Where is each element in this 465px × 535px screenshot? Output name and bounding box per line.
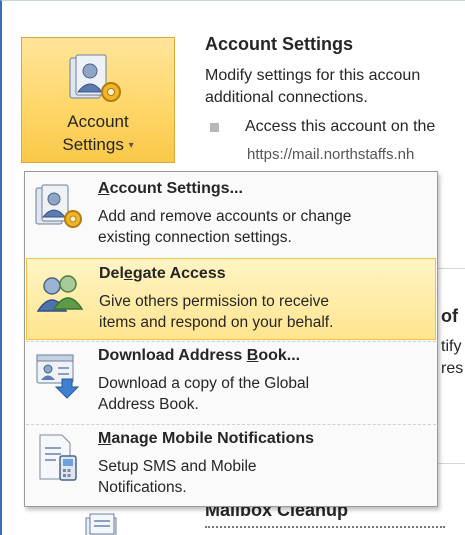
menu-item-account-settings[interactable]: Account Settings... Add and remove accou… xyxy=(26,174,436,256)
account-button-label-line1: Account xyxy=(67,112,129,131)
chevron-down-icon: ▾ xyxy=(128,140,134,152)
account-settings-button[interactable]: Account Settings ▾ xyxy=(21,37,175,163)
menu-item-description: Setup SMS and Mobile Notifications. xyxy=(98,458,257,496)
menu-item-manage-mobile-notifications[interactable]: Manage Mobile Notifications Setup SMS an… xyxy=(26,424,436,506)
menu-item-title: Delegate Access xyxy=(99,265,226,282)
account-settings-menu: Account Settings... Add and remove accou… xyxy=(24,171,438,507)
delegate-users-icon xyxy=(36,275,84,312)
background-text-fragment-2: res xyxy=(441,360,464,377)
account-settings-icon xyxy=(35,184,82,228)
account-button-label-line2: Settings xyxy=(62,135,124,154)
section-description-line1: Modify settings for this accoun xyxy=(205,67,421,84)
account-url-link[interactable]: https://mail.northstaffs.nh xyxy=(247,146,414,163)
section-title: Account Settings xyxy=(205,34,354,54)
address-book-download-icon xyxy=(36,354,80,399)
menu-item-description: Download a copy of the Global Address Bo… xyxy=(98,375,310,413)
account-settings-icon xyxy=(69,54,121,102)
section-description: Modify settings for this accoun addition… xyxy=(205,65,420,109)
background-text-fragment-1: tify xyxy=(441,338,462,355)
mobile-notifications-icon xyxy=(39,434,77,481)
section-description-line2: additional connections. xyxy=(205,89,368,106)
background-heading-fragment: of xyxy=(441,306,458,326)
menu-item-title: Manage Mobile Notifications xyxy=(98,430,315,447)
bullet-icon xyxy=(210,123,219,132)
mailbox-cleanup-icon xyxy=(85,513,117,535)
menu-item-description: Add and remove accounts or change existi… xyxy=(98,208,352,246)
menu-item-title: Download Address Book... xyxy=(98,347,301,364)
mailbox-cleanup-desc-fragment xyxy=(205,526,465,535)
menu-item-download-address-book[interactable]: Download Address Book... Download a copy… xyxy=(26,341,436,423)
menu-item-description: Give others permission to receive items … xyxy=(99,293,334,331)
bullet-text: Access this account on the xyxy=(245,118,436,135)
menu-item-delegate-access[interactable]: Delegate Access Give others permission t… xyxy=(26,258,436,340)
menu-item-title: Account Settings... xyxy=(98,180,243,197)
